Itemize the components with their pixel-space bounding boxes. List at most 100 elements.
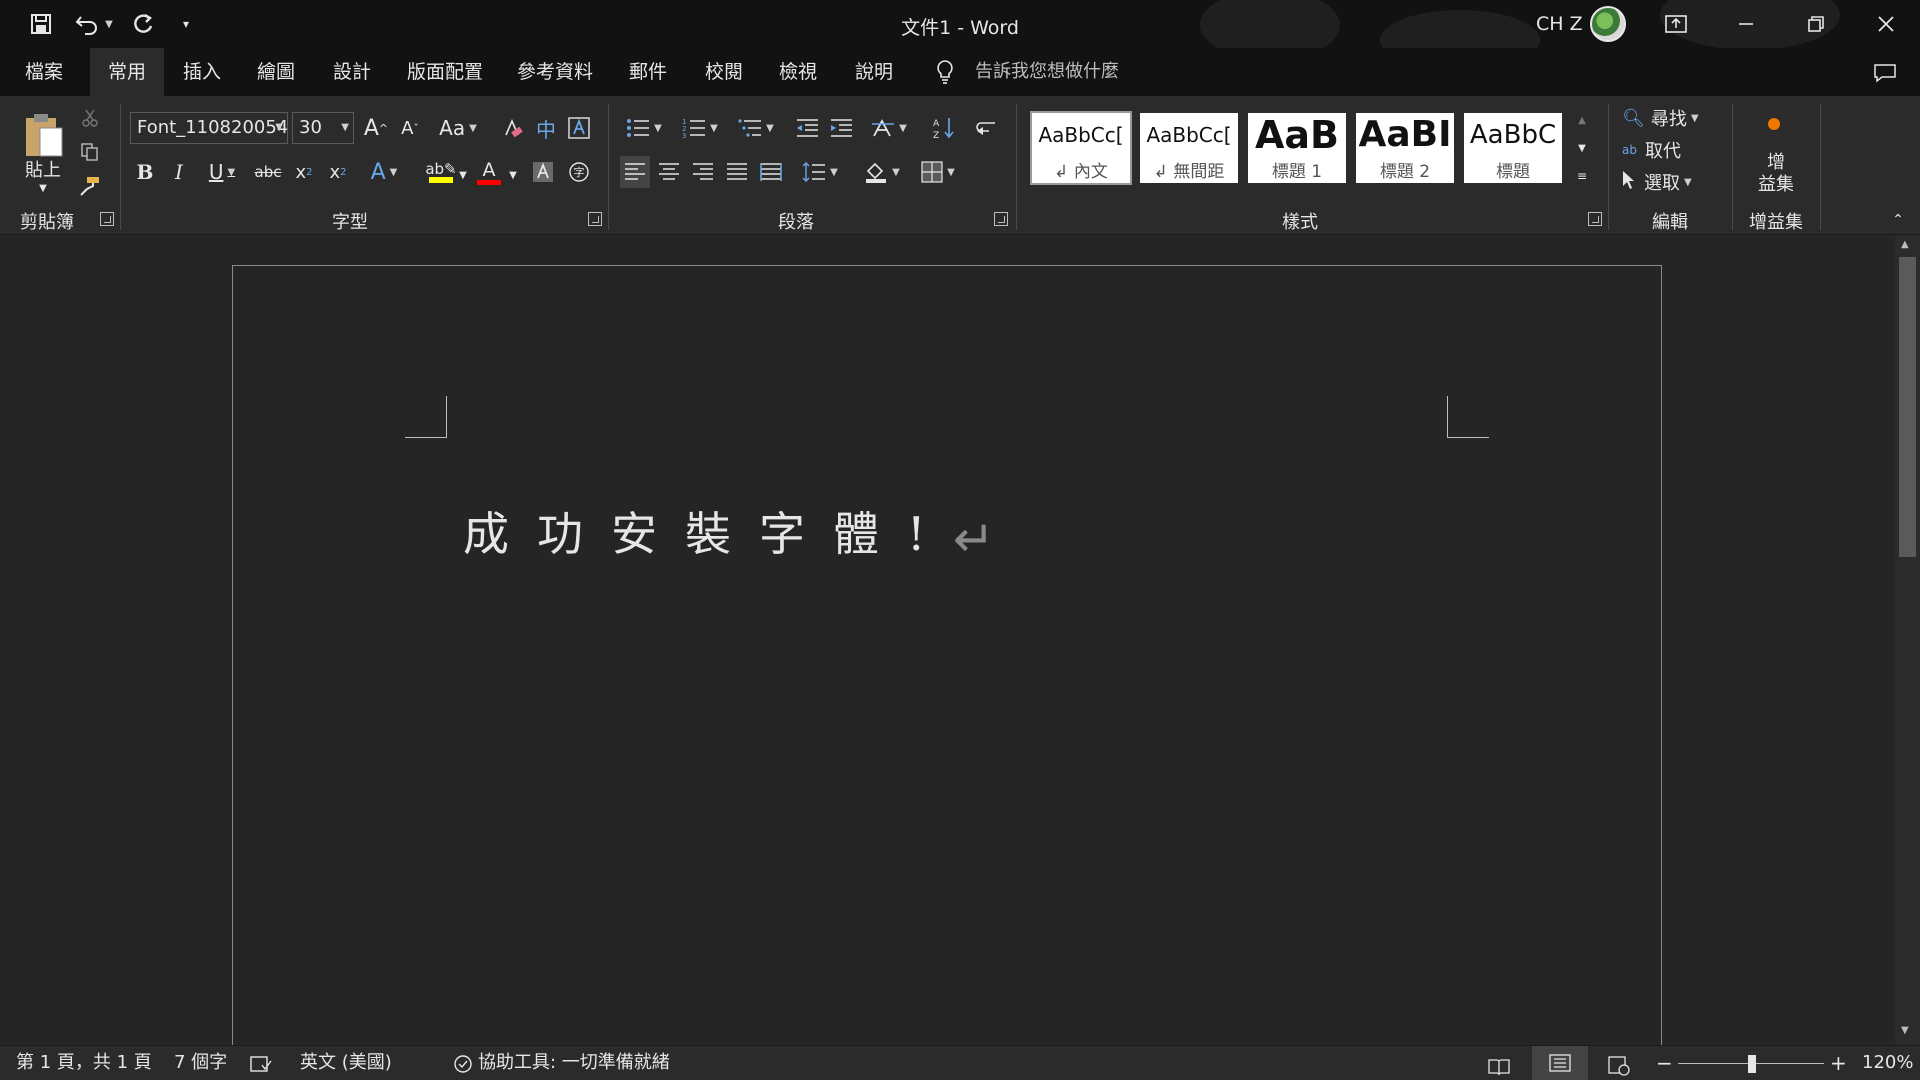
- web-layout-icon[interactable]: [1608, 1054, 1630, 1080]
- accessibility-icon[interactable]: [452, 1053, 474, 1080]
- font-dialog-launcher[interactable]: [588, 212, 602, 226]
- language-indicator[interactable]: 英文 (美國): [300, 1046, 392, 1080]
- underline-icon[interactable]: U ▼: [200, 156, 244, 188]
- align-center-icon[interactable]: [654, 156, 684, 188]
- document-text[interactable]: 成功安裝字體!: [463, 498, 954, 564]
- scroll-down-icon[interactable]: ▼: [1901, 1025, 1909, 1036]
- multilevel-list-icon[interactable]: ▼: [732, 112, 780, 144]
- show-formatting-marks-icon[interactable]: [970, 112, 1000, 144]
- distributed-icon[interactable]: [756, 156, 786, 188]
- subscript-icon[interactable]: x2: [290, 156, 318, 188]
- vertical-scrollbar[interactable]: ▲ ▼: [1895, 235, 1920, 1045]
- character-shading-icon[interactable]: [530, 156, 556, 188]
- bullets-icon[interactable]: ▼: [620, 112, 668, 144]
- tab-insert[interactable]: 插入: [172, 48, 232, 96]
- document-canvas[interactable]: 成功安裝字體! ↵: [0, 235, 1895, 1065]
- decrease-indent-icon[interactable]: [792, 112, 822, 144]
- find-button[interactable]: 🔍︎ 尋找 ▼: [1622, 104, 1718, 132]
- word-count[interactable]: 7 個字: [174, 1046, 227, 1080]
- justify-icon[interactable]: [722, 156, 752, 188]
- grow-font-icon[interactable]: A ^: [362, 112, 390, 144]
- zoom-in-icon[interactable]: +: [1830, 1046, 1847, 1080]
- sort-icon[interactable]: AZ: [930, 112, 960, 144]
- font-color-icon[interactable]: A: [474, 156, 504, 188]
- collapse-ribbon-icon[interactable]: ⌃: [1886, 210, 1910, 230]
- replace-button[interactable]: ab 取代: [1622, 136, 1718, 164]
- highlight-dropdown-icon[interactable]: ▼: [456, 162, 470, 188]
- select-button[interactable]: 選取 ▼: [1622, 168, 1718, 196]
- proofing-icon[interactable]: [250, 1053, 272, 1080]
- align-left-icon[interactable]: [620, 156, 650, 188]
- chevron-down-icon[interactable]: ▼: [341, 113, 349, 143]
- italic-icon[interactable]: I: [166, 156, 192, 188]
- page-count[interactable]: 第 1 頁，共 1 頁: [16, 1046, 152, 1080]
- styles-dialog-launcher[interactable]: [1588, 212, 1602, 226]
- line-spacing-icon[interactable]: ▼: [796, 156, 844, 188]
- paste-label[interactable]: 貼上: [18, 156, 68, 182]
- clear-formatting-icon[interactable]: [500, 112, 526, 144]
- tab-review[interactable]: 校閱: [694, 48, 754, 96]
- document-page[interactable]: 成功安裝字體! ↵: [232, 265, 1662, 1065]
- change-case-button[interactable]: Aa ▼: [436, 112, 480, 144]
- scrollbar-thumb[interactable]: [1899, 257, 1916, 557]
- tab-draw[interactable]: 繪圖: [246, 48, 306, 96]
- addins-button[interactable]: 增 益集: [1746, 152, 1806, 196]
- read-mode-icon[interactable]: [1488, 1054, 1510, 1080]
- styles-scroll-down-icon[interactable]: ▼: [1572, 136, 1592, 160]
- tab-help[interactable]: 說明: [844, 48, 904, 96]
- font-color-dropdown-icon[interactable]: ▼: [506, 162, 520, 188]
- style-heading-2[interactable]: AaBI 標題 2: [1354, 111, 1456, 185]
- font-size-combo[interactable]: 30 ▼: [292, 112, 354, 144]
- style-normal[interactable]: AaBbCc[ ↲ 內文: [1030, 111, 1132, 185]
- zoom-slider-thumb[interactable]: [1748, 1055, 1756, 1073]
- phonetic-guide-icon[interactable]: 中: [532, 112, 560, 144]
- paste-dropdown-icon[interactable]: ▼: [32, 180, 54, 196]
- restore-icon[interactable]: [1782, 0, 1850, 48]
- enclose-characters-icon[interactable]: 字: [566, 156, 592, 188]
- style-heading-1[interactable]: AaB 標題 1: [1246, 111, 1348, 185]
- text-effects-icon[interactable]: A ▼: [362, 156, 406, 188]
- zoom-out-icon[interactable]: −: [1656, 1046, 1673, 1080]
- zoom-level[interactable]: 120%: [1862, 1046, 1913, 1080]
- account-name[interactable]: CH Z: [1536, 13, 1583, 35]
- scroll-up-icon[interactable]: ▲: [1901, 239, 1909, 250]
- bold-icon[interactable]: B: [132, 156, 158, 188]
- numbering-icon[interactable]: 1 2 3 ▼: [676, 112, 724, 144]
- increase-indent-icon[interactable]: [826, 112, 856, 144]
- tab-home[interactable]: 常用: [90, 48, 164, 96]
- close-icon[interactable]: [1852, 0, 1920, 48]
- avatar[interactable]: [1590, 6, 1626, 42]
- align-right-icon[interactable]: [688, 156, 718, 188]
- cut-icon[interactable]: [78, 106, 102, 130]
- comments-icon[interactable]: [1870, 60, 1900, 86]
- ribbon-display-options-icon[interactable]: [1642, 0, 1710, 48]
- clipboard-dialog-launcher[interactable]: [100, 212, 114, 226]
- accessibility-status[interactable]: 協助工具: 一切準備就緒: [478, 1046, 670, 1080]
- superscript-icon[interactable]: x2: [324, 156, 352, 188]
- tab-view[interactable]: 檢視: [768, 48, 828, 96]
- borders-icon[interactable]: ▼: [914, 156, 962, 188]
- style-title[interactable]: AaBbC 標題: [1462, 111, 1564, 185]
- tab-layout[interactable]: 版面配置: [400, 48, 490, 96]
- asian-layout-icon[interactable]: ▼: [866, 112, 912, 144]
- tab-references[interactable]: 參考資料: [510, 48, 600, 96]
- styles-scroll-up-icon[interactable]: ▲: [1572, 108, 1592, 132]
- tell-me-search[interactable]: 告訴我您想做什麼: [975, 48, 1119, 96]
- tab-file[interactable]: 檔案: [14, 48, 74, 96]
- chevron-down-icon[interactable]: ▼: [275, 113, 283, 143]
- tab-mailings[interactable]: 郵件: [618, 48, 678, 96]
- font-name-combo[interactable]: Font_110820054 ▼: [130, 112, 288, 144]
- style-no-spacing[interactable]: AaBbCc[ ↲ 無間距: [1138, 111, 1240, 185]
- styles-more-icon[interactable]: ≡: [1572, 164, 1592, 188]
- minimize-icon[interactable]: [1712, 0, 1780, 48]
- lightbulb-icon[interactable]: [930, 58, 960, 86]
- tab-design[interactable]: 設計: [322, 48, 382, 96]
- copy-icon[interactable]: [78, 140, 102, 164]
- paragraph-dialog-launcher[interactable]: [994, 212, 1008, 226]
- shrink-font-icon[interactable]: Aˇ: [396, 112, 424, 144]
- print-layout-icon[interactable]: [1532, 1046, 1588, 1080]
- strikethrough-icon[interactable]: abc: [252, 156, 284, 188]
- shading-icon[interactable]: ▼: [858, 156, 906, 188]
- character-border-icon[interactable]: [566, 112, 592, 144]
- format-painter-icon[interactable]: [78, 174, 102, 198]
